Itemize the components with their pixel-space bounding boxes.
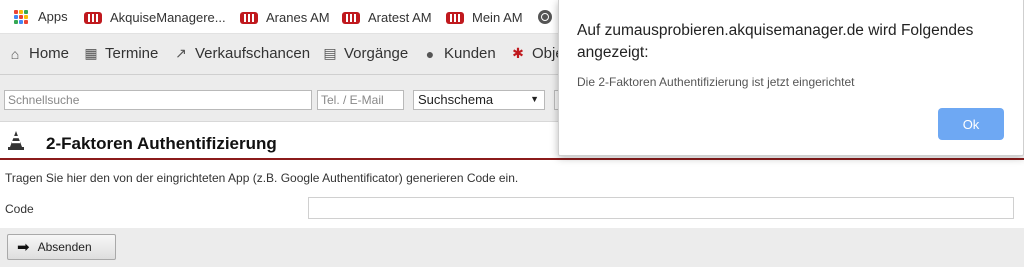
submit-button-label: Absenden xyxy=(37,240,92,254)
bookmark-aranes-am[interactable]: Aranes AM xyxy=(240,10,330,25)
phone-email-input[interactable] xyxy=(317,90,404,110)
nav-item-label: Home xyxy=(29,45,70,62)
bookmark-label: AkquiseManagere... xyxy=(110,10,226,25)
code-label: Code xyxy=(5,202,34,216)
instruction-text: Tragen Sie hier den von der eingrichtete… xyxy=(5,171,519,185)
bookmark-label: Apps xyxy=(38,9,68,24)
traffic-cone-icon xyxy=(8,131,24,150)
users-icon: ● xyxy=(425,45,435,62)
bookmark-label: Aranes AM xyxy=(266,10,330,25)
clipboard-icon: ▤ xyxy=(323,45,337,61)
bookmark-globe[interactable] xyxy=(538,10,560,24)
caret-down-icon: ▼ xyxy=(530,94,539,104)
nav-item-termine[interactable]: ▦ Termine xyxy=(83,45,158,62)
ok-button[interactable]: Ok xyxy=(938,108,1004,140)
quick-search-input[interactable] xyxy=(4,90,312,110)
home-icon: ⌂ xyxy=(10,45,20,62)
bookmark-label: Mein AM xyxy=(472,10,523,25)
arrow-right-icon: ➡ xyxy=(17,239,30,256)
page-title: 2-Faktoren Authentifizierung xyxy=(46,134,277,153)
search-schema-select[interactable]: Suchschema ▼ xyxy=(413,90,545,110)
nav-item-label: Verkaufschancen xyxy=(195,45,311,62)
alert-dialog: Auf zumausprobieren.akquisemanager.de wi… xyxy=(558,0,1024,156)
nav-item-kunden[interactable]: ● Kunden xyxy=(422,45,496,62)
nav-item-vorgaenge[interactable]: ▤ Vorgänge xyxy=(322,45,408,62)
bookmark-akquisemanager[interactable]: AkquiseManagere... xyxy=(84,10,226,25)
dialog-title: Auf zumausprobieren.akquisemanager.de wi… xyxy=(577,22,974,61)
code-input[interactable] xyxy=(308,197,1014,219)
bookmark-label: Aratest AM xyxy=(368,10,432,25)
bookmark-apps[interactable]: Apps xyxy=(14,9,68,24)
bookmark-aratest-am[interactable]: Aratest AM xyxy=(342,10,432,25)
bookmark-mein-am[interactable]: Mein AM xyxy=(446,10,523,25)
chart-line-icon: ↗ xyxy=(175,45,187,61)
nav-item-label: Kunden xyxy=(444,45,496,62)
calendar-icon: ▦ xyxy=(84,45,98,61)
search-schema-value: Suchschema xyxy=(418,92,494,107)
nav-item-label: Termine xyxy=(105,45,159,62)
am-logo-icon xyxy=(446,11,464,24)
objects-icon: ✱ xyxy=(512,45,524,61)
nav-item-objekte[interactable]: ✱ Obje xyxy=(510,45,564,62)
form-footer: ➡ Absenden xyxy=(0,228,1024,267)
nav-item-home[interactable]: ⌂ Home xyxy=(7,45,69,62)
submit-button[interactable]: ➡ Absenden xyxy=(7,234,116,260)
apps-grid-icon xyxy=(14,9,28,24)
am-logo-icon xyxy=(84,11,102,24)
nav-item-label: Vorgänge xyxy=(344,45,409,62)
nav-item-verkaufschancen[interactable]: ↗ Verkaufschancen xyxy=(173,45,310,62)
am-logo-icon xyxy=(342,11,360,24)
am-logo-icon xyxy=(240,11,258,24)
dialog-message: Die 2-Faktoren Authentifizierung ist jet… xyxy=(577,75,855,89)
globe-icon xyxy=(538,10,552,24)
